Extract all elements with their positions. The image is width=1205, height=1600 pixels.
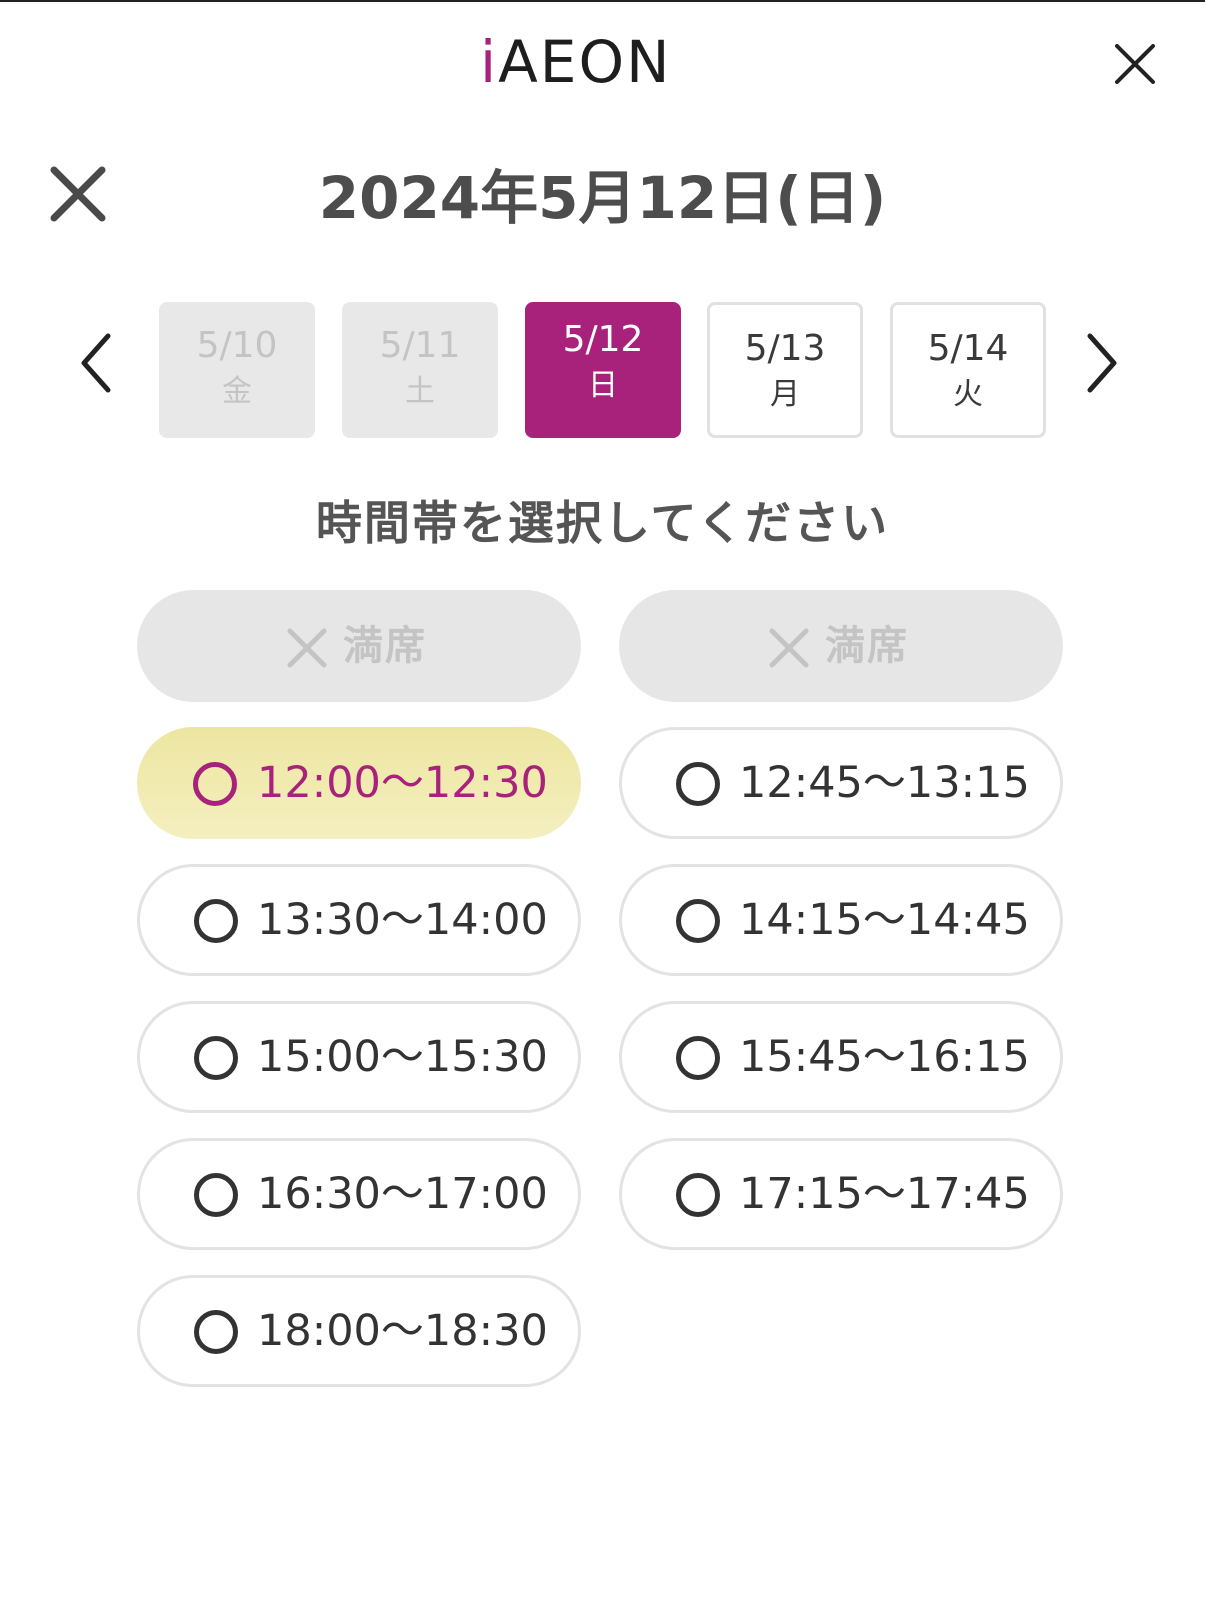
date-tile-5-14[interactable]: 5/14 火 <box>890 302 1046 438</box>
date-tile-5-10: 5/10 金 <box>159 302 315 438</box>
logo-i: i <box>480 28 499 96</box>
date-tile-5-11: 5/11 土 <box>342 302 498 438</box>
unavailable-x-icon <box>769 628 809 668</box>
time-label: 13:30〜14:00 <box>257 895 548 945</box>
radio-circle-icon <box>676 899 720 943</box>
iaeon-logo: iAEON <box>480 30 672 94</box>
time-label: 14:15〜14:45 <box>739 895 1030 945</box>
close-icon <box>50 166 106 222</box>
time-slot-17-15[interactable]: 17:15〜17:45 <box>619 1138 1063 1250</box>
weekday-label: 日 <box>588 368 618 403</box>
time-slot-full: 満席 <box>137 590 581 702</box>
weekday-label: 金 <box>222 374 252 409</box>
app-header: iAEON <box>0 2 1205 120</box>
time-label: 18:00〜18:30 <box>257 1306 548 1356</box>
time-slot-15-45[interactable]: 15:45〜16:15 <box>619 1001 1063 1113</box>
date-selector: 5/10 金 5/11 土 5/12 日 5/13 月 5/14 火 <box>0 302 1205 438</box>
radio-circle-icon <box>193 762 237 806</box>
weekday-label: 火 <box>953 377 983 412</box>
time-label: 15:00〜15:30 <box>257 1032 548 1082</box>
date-tile-5-12[interactable]: 5/12 日 <box>525 302 681 438</box>
weekday-label: 土 <box>405 374 435 409</box>
time-label: 15:45〜16:15 <box>739 1032 1030 1082</box>
time-slot-12-45[interactable]: 12:45〜13:15 <box>619 727 1063 839</box>
close-modal-button[interactable] <box>48 164 108 224</box>
unavailable-x-icon <box>287 628 327 668</box>
time-label: 16:30〜17:00 <box>257 1169 548 1219</box>
time-slot-13-30[interactable]: 13:30〜14:00 <box>137 864 581 976</box>
time-slot-full: 満席 <box>619 590 1063 702</box>
radio-circle-icon <box>676 1036 720 1080</box>
weekday-label: 月 <box>770 377 800 412</box>
radio-circle-icon <box>676 1173 720 1217</box>
date-label: 5/12 <box>562 319 644 360</box>
time-slot-12-00[interactable]: 12:00〜12:30 <box>137 727 581 839</box>
logo-text: AEON <box>498 28 672 96</box>
full-label: 満席 <box>343 623 427 669</box>
date-label: 5/10 <box>196 325 278 366</box>
date-label: 5/11 <box>379 325 461 366</box>
time-slot-14-15[interactable]: 14:15〜14:45 <box>619 864 1063 976</box>
radio-circle-icon <box>194 899 238 943</box>
select-time-prompt: 時間帯を選択してください <box>315 496 890 550</box>
time-label: 12:00〜12:30 <box>257 758 548 808</box>
radio-circle-icon <box>194 1036 238 1080</box>
full-label: 満席 <box>825 623 909 669</box>
page-title: 2024年5月12日(日) <box>318 164 887 232</box>
date-tile-5-13[interactable]: 5/13 月 <box>707 302 863 438</box>
time-slot-15-00[interactable]: 15:00〜15:30 <box>137 1001 581 1113</box>
time-slot-16-30[interactable]: 16:30〜17:00 <box>137 1138 581 1250</box>
time-slot-18-00[interactable]: 18:00〜18:30 <box>137 1275 581 1387</box>
date-label: 5/14 <box>927 328 1009 369</box>
date-label: 5/13 <box>744 328 826 369</box>
radio-circle-icon <box>194 1173 238 1217</box>
time-label: 17:15〜17:45 <box>739 1169 1030 1219</box>
time-label: 12:45〜13:15 <box>739 758 1030 808</box>
close-icon[interactable] <box>1113 42 1157 86</box>
radio-circle-icon <box>676 762 720 806</box>
radio-circle-icon <box>194 1310 238 1354</box>
